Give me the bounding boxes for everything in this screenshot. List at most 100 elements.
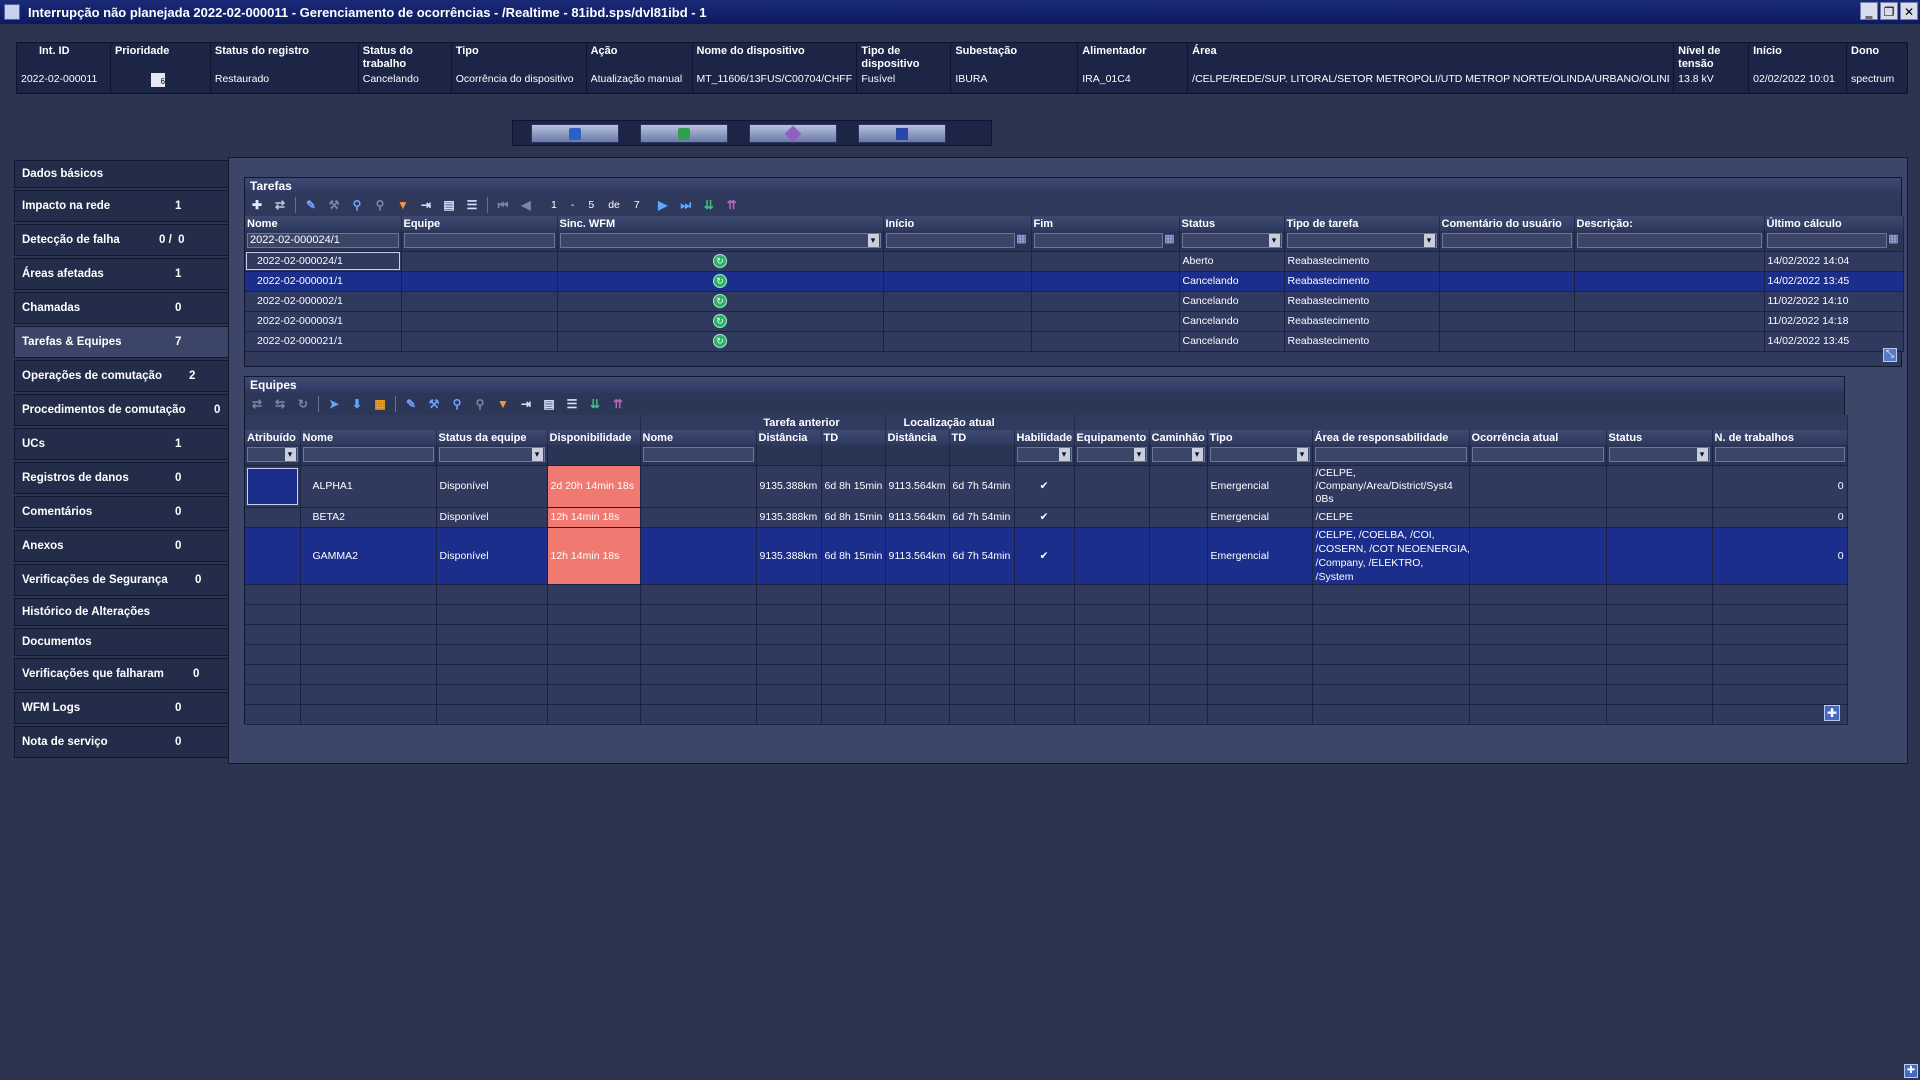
edit-icon[interactable]: ✎ — [303, 197, 319, 213]
export-icon[interactable]: ⇥ — [418, 197, 434, 213]
table-row[interactable]: 2022-02-000024/1 ↻ Aberto Reabastecimento… — [245, 251, 1904, 272]
filter-status-select[interactable] — [1608, 447, 1710, 463]
sidebar-item-impacto-na-rede[interactable]: Impacto na rede 1 — [14, 190, 229, 222]
sidebar-item-procedimentos-de-comutacao[interactable]: Procedimentos de comutação 0 — [14, 394, 229, 426]
sidebar-item-deteccao-de-falha[interactable]: Detecção de falha 0 / 0 — [14, 224, 229, 256]
table-row[interactable]: 2022-02-000003/1 ↻ Cancelando Reabastecim… — [245, 311, 1904, 332]
sidebar-item-documentos[interactable]: Documentos — [14, 628, 229, 656]
filter-status-equipe-select[interactable] — [438, 447, 545, 463]
col-status[interactable]: Status — [1606, 430, 1713, 445]
sidebar-item-chamadas[interactable]: Chamadas 0 — [14, 292, 229, 324]
table-row[interactable]: 2022-02-000001/1 ↻ Cancelando Reabastecim… — [245, 271, 1904, 292]
filter-equipamento-select[interactable] — [1076, 447, 1147, 463]
sidebar-item-dados-basicos[interactable]: Dados básicos — [14, 160, 229, 188]
expand-all-icon[interactable]: ⇊ — [701, 197, 717, 213]
filter-comentario-input[interactable] — [1441, 233, 1572, 249]
edit-icon[interactable]: ✎ — [403, 396, 419, 412]
col-disponibilidade[interactable]: Disponibilidade — [547, 430, 641, 445]
table-row[interactable]: 2022-02-000021/1 ↻ Cancelando Reabastecim… — [245, 331, 1904, 352]
first-page-icon[interactable]: ⏮ — [495, 197, 511, 213]
col-loc-distancia[interactable]: Distância — [885, 430, 950, 445]
sidebar-item-anexos[interactable]: Anexos 0 — [14, 530, 229, 562]
col-tarefa-distancia[interactable]: Distância — [756, 430, 822, 445]
col-nome[interactable]: Nome — [300, 430, 437, 445]
sidebar-item-verificacoes-de-seguranca[interactable]: Verificações de Segurança 0 — [14, 564, 229, 596]
filter-icon[interactable]: ⚲ — [449, 396, 465, 412]
next-page-icon[interactable]: ▶ — [655, 197, 671, 213]
layers-nav-button[interactable] — [749, 124, 837, 143]
sidebar-item-ucs[interactable]: UCs 1 — [14, 428, 229, 460]
filter-ocorrencia-input[interactable] — [1471, 447, 1604, 463]
expand-icon[interactable]: ✚ — [1824, 705, 1840, 721]
minimize-button[interactable]: ‗ — [1860, 2, 1878, 20]
dispatch-icon[interactable]: ➤ — [326, 396, 342, 412]
filter-fim-date[interactable] — [1033, 233, 1176, 249]
col-habilidade[interactable]: Habilidade — [1014, 430, 1075, 445]
filter-atribuido-select[interactable] — [247, 447, 298, 463]
filter-n-trabalhos-input[interactable] — [1714, 447, 1845, 463]
col-comentario[interactable]: Comentário do usuário — [1439, 216, 1575, 231]
col-equipe[interactable]: Equipe — [401, 216, 558, 231]
print-icon[interactable]: ▤ — [441, 197, 457, 213]
grid-icon[interactable]: ▦ — [372, 396, 388, 412]
table-row[interactable]: 2022-02-000002/1 ↻ Cancelando Reabastecim… — [245, 291, 1904, 312]
new-task-icon[interactable]: ✚ — [249, 197, 265, 213]
col-inicio[interactable]: Início — [883, 216, 1032, 231]
filter-status-select[interactable] — [1181, 233, 1282, 249]
col-fim[interactable]: Fim — [1031, 216, 1180, 231]
col-atribuido[interactable]: Atribuído — [245, 430, 301, 445]
filter-icon[interactable]: ⚲ — [349, 197, 365, 213]
col-status-equipe[interactable]: Status da equipe — [436, 430, 548, 445]
collapse-all-icon[interactable]: ⇈ — [610, 396, 626, 412]
col-loc-td[interactable]: TD — [949, 430, 1015, 445]
col-caminhao[interactable]: Caminhão — [1149, 430, 1208, 445]
table-row[interactable]: ALPHA1 Disponível 2d 20h 14min 18s 9135.… — [245, 465, 1848, 508]
sidebar-item-registros-de-danos[interactable]: Registros de danos 0 — [14, 462, 229, 494]
corner-resize-icon[interactable]: ✚ — [1904, 1064, 1918, 1078]
funnel-icon[interactable]: ▼ — [395, 197, 411, 213]
filter-nome-input[interactable] — [302, 447, 434, 463]
col-descricao[interactable]: Descrição: — [1574, 216, 1765, 231]
filter-habilidade-select[interactable] — [1016, 447, 1072, 463]
print-icon[interactable]: ▤ — [541, 396, 557, 412]
funnel-icon[interactable]: ▼ — [495, 396, 511, 412]
filter-equipe-input[interactable] — [403, 233, 555, 249]
report-nav-button[interactable] — [858, 124, 946, 143]
table-row[interactable]: GAMMA2 Disponível 12h 14min 18s 9135.388… — [245, 527, 1848, 585]
filter-ultimo-date[interactable] — [1766, 233, 1900, 249]
col-sinc-wfm[interactable]: Sinc. WFM — [557, 216, 884, 231]
prev-page-icon[interactable]: ◀ — [518, 197, 534, 213]
sidebar-item-areas-afetadas[interactable]: Áreas afetadas 1 — [14, 258, 229, 290]
filter-tipo-select[interactable] — [1209, 447, 1310, 463]
filter-nome-input[interactable]: 2022-02-000024/1 — [247, 233, 399, 249]
expand-all-icon[interactable]: ⇊ — [587, 396, 603, 412]
assign-icon[interactable]: ⚒ — [426, 396, 442, 412]
filter-tarefa-nome-input[interactable] — [642, 447, 754, 463]
filter-clear-icon[interactable]: ⚲ — [372, 197, 388, 213]
col-status[interactable]: Status — [1179, 216, 1285, 231]
table-row[interactable]: BETA2 Disponível 12h 14min 18s 9135.388k… — [245, 507, 1848, 528]
sidebar-item-operacoes-de-comutacao[interactable]: Operações de comutação 2 — [14, 360, 229, 392]
swap-icon[interactable]: ⇆ — [272, 396, 288, 412]
locate-icon[interactable]: ⬇ — [349, 396, 365, 412]
last-page-icon[interactable]: ⏭ — [678, 197, 694, 213]
col-tipo[interactable]: Tipo — [1207, 430, 1313, 445]
col-ocorrencia-atual[interactable]: Ocorrência atual — [1469, 430, 1607, 445]
transfer-icon[interactable]: ⇄ — [272, 197, 288, 213]
export-icon[interactable]: ⇥ — [518, 396, 534, 412]
schematic-nav-button[interactable] — [640, 124, 728, 143]
col-area-responsabilidade[interactable]: Área de responsabilidade — [1312, 430, 1470, 445]
list-icon[interactable]: ☰ — [464, 197, 480, 213]
col-nome[interactable]: Nome — [245, 216, 402, 231]
sidebar-item-tarefas-equipes[interactable]: Tarefas & Equipes 7 — [14, 326, 229, 358]
col-n-trabalhos[interactable]: N. de trabalhos — [1712, 430, 1848, 445]
close-button[interactable]: ✕ — [1900, 2, 1918, 20]
sidebar-item-wfm-logs[interactable]: WFM Logs 0 — [14, 692, 229, 724]
filter-area-input[interactable] — [1314, 447, 1467, 463]
filter-sinc-wfm-select[interactable] — [559, 233, 881, 249]
collapse-all-icon[interactable]: ⇈ — [724, 197, 740, 213]
col-equipamento[interactable]: Equipamento — [1074, 430, 1150, 445]
filter-descricao-input[interactable] — [1576, 233, 1762, 249]
list-icon[interactable]: ☰ — [564, 396, 580, 412]
filter-tipo-select[interactable] — [1286, 233, 1437, 249]
